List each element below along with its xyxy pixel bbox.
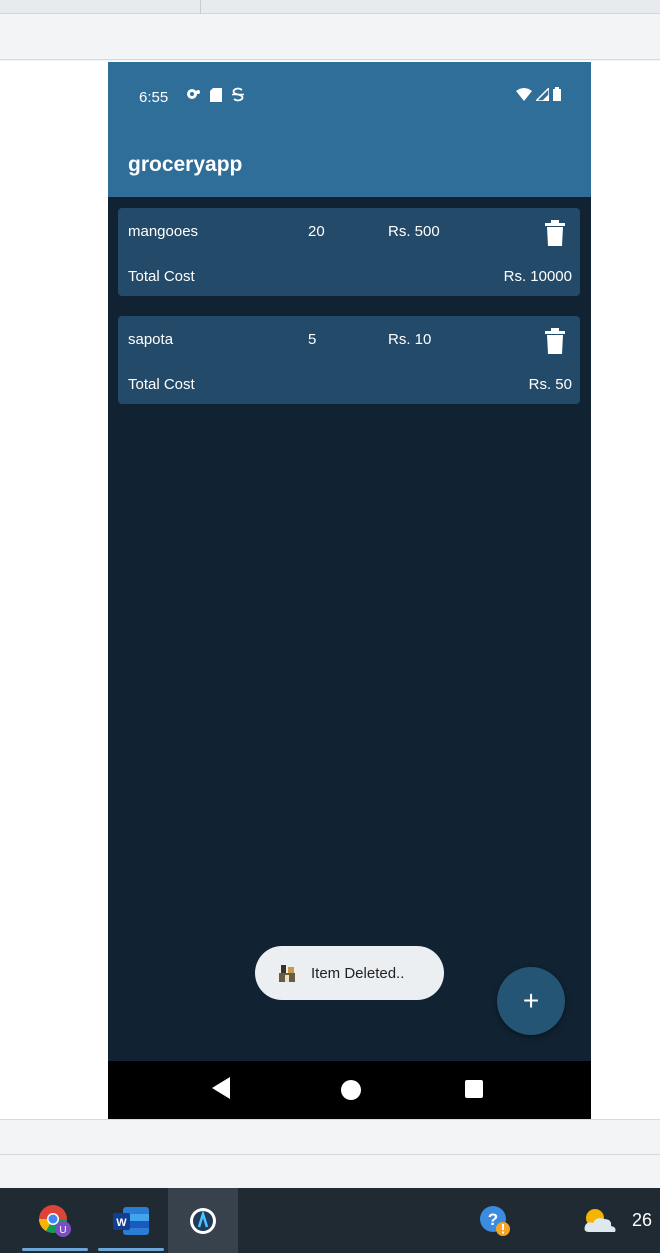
trash-icon[interactable]: [544, 220, 566, 246]
grocery-item-card: sapota 5 Rs. 10 Total Cost Rs. 50: [118, 316, 580, 404]
battery-icon: [553, 87, 561, 101]
app-bar: groceryapp: [108, 137, 591, 197]
tab-divider: [200, 0, 201, 14]
taskbar-android-studio[interactable]: [168, 1188, 238, 1253]
emulator-screen: 6:55 groceryapp mangooes 20 Rs. 500 Tota…: [108, 62, 591, 1119]
taskbar-help[interactable]: ?: [460, 1188, 530, 1253]
status-time: 6:55: [139, 89, 169, 106]
svg-text:U: U: [59, 1225, 66, 1236]
help-icon: ?: [480, 1205, 510, 1236]
host-status-area: [0, 1119, 660, 1155]
taskbar-chrome[interactable]: U: [20, 1188, 90, 1253]
item-quantity: 5: [308, 331, 317, 348]
windows-taskbar: U W ? 26: [0, 1188, 660, 1253]
taskbar-word[interactable]: W: [96, 1188, 166, 1253]
total-cost-label: Total Cost: [128, 268, 195, 285]
word-icon: W: [113, 1206, 149, 1235]
chat-notification-icon: [187, 89, 200, 99]
recents-icon[interactable]: [465, 1080, 483, 1098]
system-icons: [516, 87, 561, 101]
home-icon[interactable]: [341, 1080, 361, 1100]
wifi-icon: [516, 87, 532, 101]
weather-temperature: 26: [632, 1210, 653, 1230]
grocery-item-card: mangooes 20 Rs. 500 Total Cost Rs. 10000: [118, 208, 580, 296]
app-title: groceryapp: [128, 153, 243, 176]
host-footer-area: [0, 1155, 660, 1188]
item-price: Rs. 10: [388, 331, 432, 348]
s-notification-icon: [232, 87, 244, 102]
add-item-button[interactable]: +: [497, 967, 565, 1035]
running-indicator: [98, 1248, 164, 1251]
total-cost-value: Rs. 10000: [503, 268, 572, 285]
trash-icon[interactable]: [544, 328, 566, 354]
android-studio-icon: [190, 1207, 216, 1234]
navigation-bar: [108, 1061, 591, 1119]
back-icon[interactable]: [212, 1077, 230, 1099]
item-name: sapota: [128, 331, 174, 348]
toast-message: Item Deleted..: [255, 946, 444, 1000]
status-bar: 6:55: [108, 62, 591, 137]
item-quantity: 20: [308, 223, 325, 240]
taskbar-weather[interactable]: [570, 1188, 630, 1253]
chrome-icon: U: [39, 1204, 71, 1237]
svg-text:W: W: [116, 1217, 127, 1229]
notification-icons: [186, 87, 244, 102]
item-name: mangooes: [128, 223, 199, 240]
plus-icon: +: [522, 985, 540, 1016]
running-indicator: [22, 1248, 88, 1251]
toast-text: Item Deleted..: [311, 964, 405, 982]
total-cost-label: Total Cost: [128, 376, 195, 393]
item-price: Rs. 500: [388, 223, 440, 240]
browser-top-strip: [0, 0, 660, 14]
app-icon: [279, 965, 295, 982]
sd-card-icon: [210, 87, 222, 102]
signal-icon: [536, 87, 549, 101]
total-cost-value: Rs. 50: [528, 376, 572, 393]
weather-icon: [584, 1208, 616, 1232]
host-toolbar-area: [0, 15, 660, 60]
